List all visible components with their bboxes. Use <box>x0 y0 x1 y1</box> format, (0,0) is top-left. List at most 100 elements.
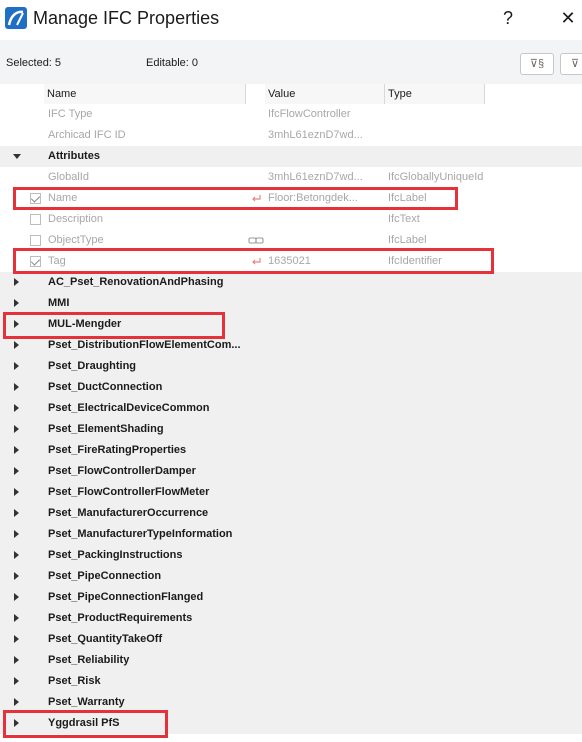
reset-link-icon[interactable] <box>250 257 263 266</box>
attribute-checkbox[interactable] <box>30 256 41 267</box>
group-row[interactable]: Pset_FlowControllerFlowMeter <box>0 482 582 503</box>
property-name: Description <box>48 213 104 225</box>
attribute-checkbox[interactable] <box>30 214 41 225</box>
attribute-checkbox[interactable] <box>30 235 41 246</box>
expand-arrow-icon[interactable] <box>14 572 19 580</box>
property-type: IfcGloballyUniqueId <box>388 171 484 183</box>
column-header-name[interactable]: Name <box>44 84 246 104</box>
property-name: Tag <box>48 255 66 267</box>
group-row[interactable]: Yggdrasil PfS <box>0 713 582 734</box>
expand-arrow-icon[interactable] <box>14 362 19 370</box>
group-label: Pset_ElementShading <box>48 423 164 435</box>
group-row[interactable]: Pset_FlowControllerDamper <box>0 461 582 482</box>
attribute-checkbox[interactable] <box>30 193 41 204</box>
expand-arrow-icon[interactable] <box>14 656 19 664</box>
expand-arrow-icon[interactable] <box>14 677 19 685</box>
group-label: Pset_PipeConnectionFlanged <box>48 591 204 603</box>
group-label: AC_Pset_RenovationAndPhasing <box>48 276 224 288</box>
collapse-arrow-icon[interactable] <box>13 154 21 159</box>
close-button[interactable]: ✕ <box>560 8 576 29</box>
group-label: Pset_Warranty <box>48 696 125 708</box>
filter-options-button[interactable]: ⊽§ <box>520 53 554 75</box>
group-label: Pset_Reliability <box>48 654 130 666</box>
group-row[interactable]: Pset_ProductRequirements <box>0 608 582 629</box>
property-value: Floor:Betongdek... <box>268 192 358 204</box>
expand-arrow-icon[interactable] <box>14 467 19 475</box>
group-row-attributes[interactable]: Attributes <box>0 146 582 167</box>
group-row[interactable]: Pset_FireRatingProperties <box>0 440 582 461</box>
attribute-row-description[interactable]: Description IfcText <box>0 209 582 230</box>
group-label: Pset_PackingInstructions <box>48 549 183 561</box>
attribute-row-objecttype[interactable]: ObjectType IfcLabel <box>0 230 582 251</box>
expand-arrow-icon[interactable] <box>14 719 19 727</box>
property-value: 3mhL61eznD7wd... <box>268 171 363 183</box>
group-row[interactable]: Pset_Risk <box>0 671 582 692</box>
expand-arrow-icon[interactable] <box>14 278 19 286</box>
attribute-row-tag[interactable]: Tag 1635021 IfcIdentifier <box>0 251 582 272</box>
expand-arrow-icon[interactable] <box>14 488 19 496</box>
group-label: Pset_FlowControllerDamper <box>48 465 196 477</box>
group-label: Yggdrasil PfS <box>48 717 120 729</box>
property-row[interactable]: IFC Type IfcFlowController <box>0 104 582 125</box>
chain-link-icon[interactable] <box>248 236 264 245</box>
expand-arrow-icon[interactable] <box>14 635 19 643</box>
expand-arrow-icon[interactable] <box>14 551 19 559</box>
group-row[interactable]: Pset_Draughting <box>0 356 582 377</box>
group-row[interactable]: Pset_PackingInstructions <box>0 545 582 566</box>
archicad-app-icon <box>5 7 27 29</box>
toolbar <box>0 40 582 84</box>
expand-arrow-icon[interactable] <box>14 446 19 454</box>
group-row[interactable]: MMI <box>0 293 582 314</box>
property-type: IfcText <box>388 213 420 225</box>
group-label: Pset_FireRatingProperties <box>48 444 187 456</box>
group-row[interactable]: Pset_ManufacturerTypeInformation <box>0 524 582 545</box>
attribute-row-name[interactable]: Name Floor:Betongdek... IfcLabel <box>0 188 582 209</box>
expand-arrow-icon[interactable] <box>14 614 19 622</box>
property-name: Name <box>48 192 78 204</box>
property-value: 3mhL61eznD7wd... <box>268 129 363 141</box>
group-label: Pset_ProductRequirements <box>48 612 193 624</box>
group-row[interactable]: AC_Pset_RenovationAndPhasing <box>0 272 582 293</box>
group-row[interactable]: Pset_PipeConnection <box>0 566 582 587</box>
help-button[interactable]: ? <box>500 8 516 29</box>
filter-button[interactable]: ⊽ <box>560 53 582 75</box>
group-row[interactable]: Pset_DistributionFlowElementCom... <box>0 335 582 356</box>
check-icon <box>30 193 41 203</box>
property-name: GlobalId <box>48 171 89 183</box>
column-header-type[interactable]: Type <box>385 84 485 104</box>
expand-arrow-icon[interactable] <box>14 404 19 412</box>
expand-arrow-icon[interactable] <box>14 509 19 517</box>
group-row[interactable]: Pset_ElectricalDeviceCommon <box>0 398 582 419</box>
group-label: Attributes <box>48 150 100 162</box>
expand-arrow-icon[interactable] <box>14 593 19 601</box>
group-row[interactable]: Pset_DuctConnection <box>0 377 582 398</box>
group-row[interactable]: Pset_ManufacturerOccurrence <box>0 503 582 524</box>
expand-arrow-icon[interactable] <box>14 530 19 538</box>
group-label: Pset_DuctConnection <box>48 381 163 393</box>
reset-link-icon[interactable] <box>250 194 263 203</box>
window-title: Manage IFC Properties <box>33 8 220 28</box>
group-label: Pset_ElectricalDeviceCommon <box>48 402 210 414</box>
property-name: IFC Type <box>48 108 93 120</box>
group-row[interactable]: Pset_ElementShading <box>0 419 582 440</box>
attribute-row-globalid[interactable]: GlobalId 3mhL61eznD7wd... IfcGloballyUni… <box>0 167 582 188</box>
group-row[interactable]: MUL-Mengder <box>0 314 582 335</box>
property-row[interactable]: Archicad IFC ID 3mhL61eznD7wd... <box>0 125 582 146</box>
group-row[interactable]: Pset_Warranty <box>0 692 582 713</box>
group-row[interactable]: Pset_Reliability <box>0 650 582 671</box>
check-icon <box>30 256 41 266</box>
expand-arrow-icon[interactable] <box>14 698 19 706</box>
property-type: IfcLabel <box>388 192 427 204</box>
property-type: IfcLabel <box>388 234 427 246</box>
expand-arrow-icon[interactable] <box>14 383 19 391</box>
group-label: MUL-Mengder <box>48 318 122 330</box>
group-row[interactable]: Pset_QuantityTakeOff <box>0 629 582 650</box>
group-row[interactable]: Pset_PipeConnectionFlanged <box>0 587 582 608</box>
property-value: 1635021 <box>268 255 311 267</box>
expand-arrow-icon[interactable] <box>14 341 19 349</box>
expand-arrow-icon[interactable] <box>14 425 19 433</box>
column-header-value[interactable]: Value <box>265 84 385 104</box>
expand-arrow-icon[interactable] <box>14 299 19 307</box>
property-type: IfcIdentifier <box>388 255 442 267</box>
expand-arrow-icon[interactable] <box>14 320 19 328</box>
